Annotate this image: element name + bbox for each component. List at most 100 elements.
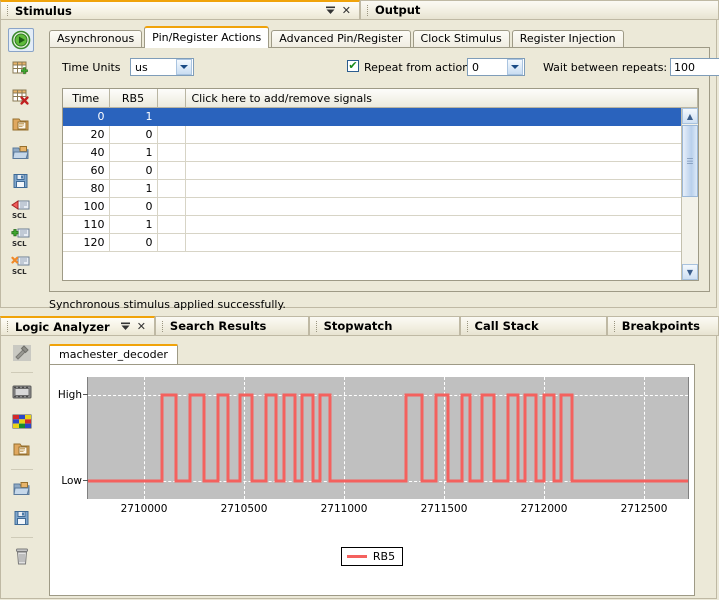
repeat-from-action-select[interactable]: 0 (467, 58, 525, 76)
cell-rb5[interactable]: 0 (109, 161, 158, 180)
toolbar-divider (11, 537, 33, 538)
save-button[interactable] (10, 507, 34, 529)
tab-pin-register-actions[interactable]: Pin/Register Actions (144, 26, 270, 48)
table-row[interactable]: 80 1 (63, 179, 698, 198)
y-tick-low (83, 480, 88, 481)
window-menu-icon[interactable] (120, 321, 131, 332)
remove-scl-button[interactable]: SCL (9, 254, 33, 276)
wait-between-repeats-input[interactable]: 100 (670, 58, 719, 76)
panel-grip (367, 4, 371, 16)
table-row[interactable]: 40 1 (63, 143, 698, 162)
time-units-value: us (135, 60, 148, 74)
wait-between-repeats-label: Wait between repeats: (543, 61, 668, 74)
scroll-down-icon[interactable]: ▼ (682, 264, 698, 280)
table-row[interactable]: 60 0 (63, 161, 698, 180)
stimulus-actions-grid[interactable]: Time RB5 Click here to add/remove signal… (62, 88, 699, 281)
cell-rb5[interactable]: 1 (109, 179, 158, 198)
tab-stopwatch[interactable]: Stopwatch (308, 316, 460, 336)
save-workspace-button[interactable] (10, 439, 34, 461)
cell-empty (185, 215, 698, 234)
table-row[interactable]: 0 1 (63, 107, 698, 126)
legend-item-rb5[interactable]: RB5 (340, 547, 404, 566)
open-workbook-button[interactable] (9, 114, 33, 136)
tab-breakpoints[interactable]: Breakpoints (606, 316, 719, 336)
export-scl-button[interactable]: SCL (9, 198, 33, 220)
panel-grip (315, 320, 320, 332)
cell-rb5[interactable]: 1 (109, 107, 158, 126)
cell-time[interactable]: 120 (63, 233, 110, 252)
y-tick-label-low: Low (61, 475, 82, 487)
table-row[interactable]: 100 0 (63, 197, 698, 216)
delete-button[interactable] (10, 546, 34, 568)
add-row-button[interactable] (9, 58, 33, 80)
cell-empty (185, 107, 698, 126)
tab-asynchronous[interactable]: Asynchronous (49, 30, 143, 48)
logic-analyzer-panel-body: machester_decoder High Low 2710000 27105… (0, 336, 717, 599)
table-header-row: Time RB5 Click here to add/remove signal… (63, 89, 698, 108)
table-row[interactable]: 110 1 (63, 215, 698, 234)
svg-text:SCL: SCL (12, 212, 27, 219)
x-tick-label-1: 2710500 (220, 503, 268, 515)
tab-logic-analyzer[interactable]: Logic Analyzer ✕ (0, 316, 155, 336)
cell-time[interactable]: 40 (63, 143, 110, 162)
cell-spacer (157, 179, 186, 198)
time-units-label: Time Units (62, 61, 121, 74)
panel-title-output: Output (375, 3, 421, 17)
close-icon[interactable]: ✕ (137, 321, 146, 332)
bottom-panel-tabstrip: Logic Analyzer ✕ Search Results Stopwatc… (0, 316, 719, 336)
plot-area[interactable] (87, 377, 689, 499)
table-row[interactable]: 120 0 (63, 233, 698, 252)
apply-stimulus-button[interactable] (8, 28, 34, 52)
tab-label-search-results: Search Results (169, 319, 267, 333)
chart-tab-machester-decoder[interactable]: machester_decoder (49, 344, 178, 365)
cell-time[interactable]: 110 (63, 215, 110, 234)
cell-time[interactable]: 0 (63, 107, 110, 126)
cell-rb5[interactable]: 0 (109, 125, 158, 144)
cell-rb5[interactable]: 0 (109, 233, 158, 252)
add-scl-button[interactable]: SCL (9, 226, 33, 248)
column-header-rb5[interactable]: RB5 (109, 89, 158, 108)
cell-rb5[interactable]: 1 (109, 215, 158, 234)
table-row[interactable]: 20 0 (63, 125, 698, 144)
x-tick-label-0: 2710000 (120, 503, 168, 515)
stimulus-toolbar: SCL SCL SCL (3, 24, 39, 305)
color-palette-button[interactable] (10, 410, 34, 432)
cell-rb5[interactable]: 1 (109, 143, 158, 162)
scrollbar-thumb[interactable]: ☰ (682, 125, 698, 197)
close-icon[interactable]: ✕ (342, 5, 351, 16)
window-menu-icon[interactable] (325, 5, 336, 16)
column-header-spacer[interactable] (157, 89, 186, 108)
scroll-up-icon[interactable]: ▲ (682, 108, 698, 124)
cell-empty (185, 179, 698, 198)
tab-clock-stimulus[interactable]: Clock Stimulus (412, 30, 510, 48)
cell-rb5[interactable]: 0 (109, 197, 158, 216)
repeat-from-action-checkbox[interactable] (347, 60, 359, 72)
channels-button[interactable] (10, 381, 34, 403)
open-button[interactable] (10, 478, 34, 500)
column-header-time[interactable]: Time (63, 89, 110, 108)
cell-empty (185, 233, 698, 252)
panel-tab-output[interactable]: Output (360, 0, 719, 20)
cell-time[interactable]: 100 (63, 197, 110, 216)
tab-advanced-pin-register[interactable]: Advanced Pin/Register (271, 30, 411, 48)
column-header-add-remove-signals[interactable]: Click here to add/remove signals (185, 89, 698, 108)
settings-tools-button[interactable] (10, 342, 34, 364)
stimulus-tabstrip: Asynchronous Pin/Register Actions Advanc… (49, 26, 710, 48)
x-axis: 2710000 2710500 2711000 2711500 2712000 … (88, 499, 688, 519)
remove-row-button[interactable] (9, 86, 33, 108)
chevron-down-icon[interactable] (507, 59, 523, 75)
panel-tab-stimulus[interactable]: Stimulus ✕ (0, 0, 360, 20)
open-file-button[interactable] (9, 142, 33, 164)
cell-spacer (157, 161, 186, 180)
tab-search-results[interactable]: Search Results (154, 316, 309, 336)
chevron-down-icon[interactable] (176, 59, 192, 75)
cell-time[interactable]: 80 (63, 179, 110, 198)
tab-call-stack[interactable]: Call Stack (459, 316, 607, 336)
save-file-button[interactable] (9, 170, 33, 192)
time-units-select[interactable]: us (130, 58, 194, 76)
cell-time[interactable]: 20 (63, 125, 110, 144)
cell-time[interactable]: 60 (63, 161, 110, 180)
tab-register-injection[interactable]: Register Injection (511, 30, 624, 48)
legend-color-swatch (346, 555, 367, 558)
grid-vertical-scrollbar[interactable]: ▲ ☰ ▼ (681, 108, 698, 280)
